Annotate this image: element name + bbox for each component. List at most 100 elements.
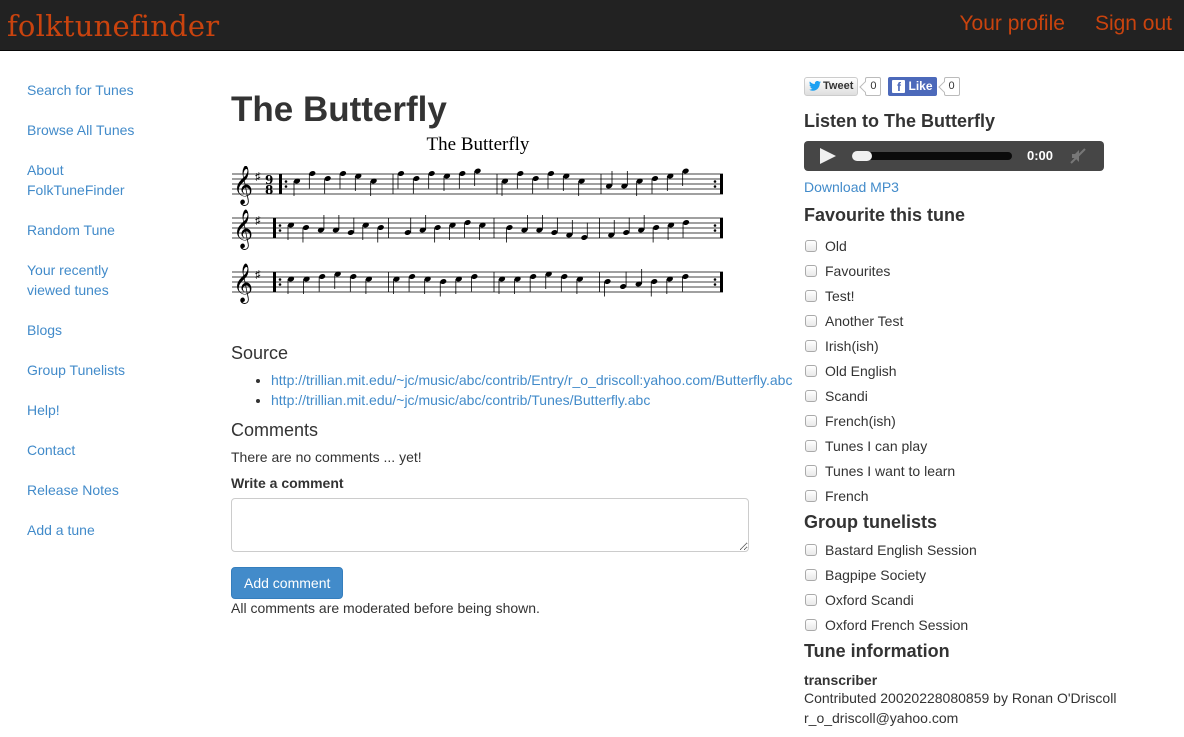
sharp-icon: ♯ <box>255 215 261 227</box>
favourite-item[interactable]: Old English <box>804 358 1174 383</box>
sidebar-item-group-tunelists[interactable]: Group Tunelists <box>27 360 187 380</box>
favourite-item[interactable]: Tunes I can play <box>804 433 1174 458</box>
favourite-checkbox[interactable] <box>805 389 817 402</box>
repeat-bar <box>720 174 723 194</box>
mute-icon[interactable] <box>1069 147 1087 165</box>
favourite-label: Old English <box>825 362 897 379</box>
repeat-bar <box>720 218 723 238</box>
favourite-checkbox[interactable] <box>805 314 817 327</box>
group-tunelist-checkbox[interactable] <box>805 618 817 631</box>
repeat-bar <box>273 218 276 238</box>
sidebar-item-search[interactable]: Search for Tunes <box>27 80 187 100</box>
audio-progress-thumb[interactable] <box>852 151 872 161</box>
facebook-like-button[interactable]: f Like <box>888 76 937 96</box>
right-column: Tweet 0 f Like 0 Listen to The Butterfly… <box>804 76 1174 728</box>
group-tunelist-label: Bastard English Session <box>825 541 977 558</box>
sharp-icon: ♯ <box>255 171 261 183</box>
favourite-label: Another Test <box>825 312 904 329</box>
favourite-item[interactable]: Irish(ish) <box>804 333 1174 358</box>
source-link[interactable]: http://trillian.mit.edu/~jc/music/abc/co… <box>271 392 650 408</box>
group-tunelist-list: Bastard English Session Bagpipe Society Ox… <box>804 537 1174 637</box>
repeat-bar <box>279 174 282 194</box>
repeat-bar <box>273 272 276 292</box>
facebook-icon: f <box>892 79 906 94</box>
favourite-checkbox[interactable] <box>805 489 817 502</box>
transcriber-contribution: Contributed 20020228080859 by Ronan O'Dr… <box>804 690 1117 706</box>
like-count: 0 <box>943 76 960 96</box>
favourite-item[interactable]: Another Test <box>804 308 1174 333</box>
group-tunelist-item[interactable]: Oxford Scandi <box>804 587 1174 612</box>
sign-out-link[interactable]: Sign out <box>1095 12 1172 36</box>
your-profile-link[interactable]: Your profile <box>959 12 1064 36</box>
favourite-label: Tunes I can play <box>825 437 928 454</box>
favourite-item[interactable]: French(ish) <box>804 408 1174 433</box>
transcriber-email: r_o_driscoll@yahoo.com <box>804 710 959 726</box>
favourite-checkbox[interactable] <box>805 364 817 377</box>
audio-progress-track[interactable] <box>852 151 1012 161</box>
brand-logo[interactable]: folktunefinder <box>7 9 219 43</box>
main-content: The Butterfly The Butterfly 𝄞 ♯ 9 8 𝄞 ♯ 𝄞 ♯ Sou… <box>231 88 792 616</box>
sidebar-nav: Search for Tunes Browse All Tunes About … <box>27 80 187 560</box>
treble-clef-icon: 𝄞 <box>233 209 253 250</box>
favourite-item[interactable]: Test! <box>804 283 1174 308</box>
sidebar-item-recent[interactable]: Your recently viewed tunes <box>27 260 127 300</box>
favourite-label: Favourites <box>825 262 891 279</box>
favourite-checkbox[interactable] <box>805 264 817 277</box>
sidebar-item-about[interactable]: About FolkTuneFinder <box>27 160 137 200</box>
favourite-checkbox[interactable] <box>805 289 817 302</box>
sidebar-item-contact[interactable]: Contact <box>27 440 187 460</box>
sidebar-item-release-notes[interactable]: Release Notes <box>27 480 187 500</box>
tweet-button[interactable]: Tweet <box>804 76 859 96</box>
sheet-music-title: The Butterfly <box>426 134 530 155</box>
add-comment-button[interactable]: Add comment <box>231 567 344 599</box>
top-navbar: folktunefinder Your profile Sign out <box>0 0 1184 51</box>
group-tunelist-checkbox[interactable] <box>805 543 817 556</box>
listen-heading: Listen to The Butterfly <box>804 111 996 131</box>
group-tunelist-checkbox[interactable] <box>805 593 817 606</box>
group-tunelist-checkbox[interactable] <box>805 568 817 581</box>
favourite-label: French <box>825 487 869 504</box>
favourite-checkbox[interactable] <box>805 339 817 352</box>
social-buttons: Tweet 0 f Like 0 <box>804 76 1174 96</box>
staff-line-group: 𝄞 ♯ <box>232 263 723 304</box>
treble-clef-icon: 𝄞 <box>233 263 253 304</box>
group-tunelist-label: Oxford French Session <box>825 616 969 633</box>
favourite-checkbox[interactable] <box>805 439 817 452</box>
source-item: http://trillian.mit.edu/~jc/music/abc/co… <box>271 370 792 390</box>
favourite-checkbox[interactable] <box>805 239 817 252</box>
group-tunelist-label: Oxford Scandi <box>825 591 914 608</box>
group-tunelist-item[interactable]: Bastard English Session <box>804 537 1174 562</box>
favourite-item[interactable]: Scandi <box>804 383 1174 408</box>
favourite-item[interactable]: Old <box>804 233 1174 258</box>
sidebar-item-browse[interactable]: Browse All Tunes <box>27 120 187 140</box>
like-label: Like <box>908 79 933 93</box>
favourite-item[interactable]: Tunes I want to learn <box>804 458 1174 483</box>
sidebar-item-add-tune[interactable]: Add a tune <box>27 520 187 540</box>
treble-clef-icon: 𝄞 <box>233 166 253 206</box>
page-title: The Butterfly <box>231 90 447 129</box>
tweet-count: 0 <box>865 76 882 96</box>
group-tunelist-item[interactable]: Oxford French Session <box>804 612 1174 637</box>
comment-textarea[interactable] <box>231 498 749 552</box>
time-signature-bottom: 8 <box>265 183 273 197</box>
source-link[interactable]: http://trillian.mit.edu/~jc/music/abc/co… <box>271 372 792 388</box>
sidebar-item-help[interactable]: Help! <box>27 400 187 420</box>
favourite-label: French(ish) <box>825 412 896 429</box>
sheet-music: The Butterfly 𝄞 ♯ 9 8 𝄞 ♯ 𝄞 ♯ <box>231 132 731 332</box>
download-mp3-link[interactable]: Download MP3 <box>804 179 1174 195</box>
favourite-item[interactable]: French <box>804 483 1174 508</box>
play-icon[interactable] <box>820 148 836 164</box>
sidebar-item-random[interactable]: Random Tune <box>27 220 187 240</box>
staff-line-group: 𝄞 ♯ 98 <box>232 166 723 206</box>
group-tunelist-item[interactable]: Bagpipe Society <box>804 562 1174 587</box>
favourite-checkbox[interactable] <box>805 464 817 477</box>
group-tunelists-heading: Group tunelists <box>804 512 938 532</box>
twitter-bird-icon <box>809 81 821 91</box>
favourite-label: Old <box>825 237 847 254</box>
sidebar-item-blogs[interactable]: Blogs <box>27 320 187 340</box>
comments-heading: Comments <box>231 420 319 440</box>
favourite-checkbox[interactable] <box>805 414 817 427</box>
write-comment-label: Write a comment <box>231 475 344 491</box>
group-tunelist-label: Bagpipe Society <box>825 566 927 583</box>
favourite-item[interactable]: Favourites <box>804 258 1174 283</box>
